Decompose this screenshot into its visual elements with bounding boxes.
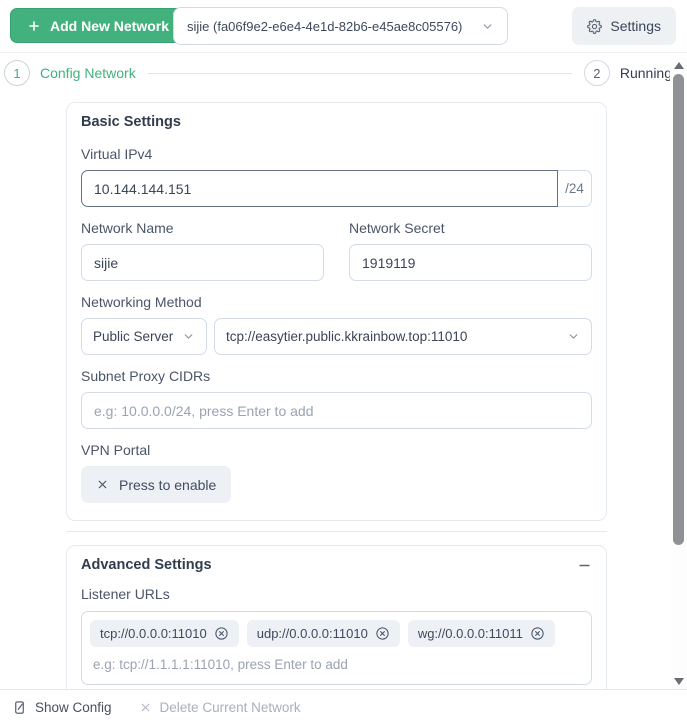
- vpn-portal-enable-label: Press to enable: [119, 476, 217, 493]
- delete-current-network-button[interactable]: Delete Current Network: [139, 700, 301, 715]
- vertical-scrollbar[interactable]: [670, 58, 687, 689]
- scrollbar-thumb[interactable]: [673, 74, 684, 545]
- virtual-ipv4-input[interactable]: [81, 170, 558, 207]
- add-new-network-label: Add New Network: [50, 17, 170, 34]
- file-edit-icon: [12, 700, 27, 715]
- listener-url-chip: wg://0.0.0.0:11011: [407, 620, 555, 647]
- chevron-down-icon: [567, 330, 580, 343]
- network-secret-input[interactable]: [349, 244, 592, 281]
- virtual-ipv4-group: /24: [81, 170, 592, 207]
- cards-divider: [66, 531, 607, 532]
- app-window: Add New Network sijie (fa06f9e2-e6e4-4e1…: [0, 0, 687, 725]
- scroll-up-arrow-icon[interactable]: [673, 62, 684, 69]
- public-server-url-value: tcp://easytier.public.kkrainbow.top:1101…: [226, 329, 468, 344]
- x-mark-icon: [96, 478, 109, 491]
- networking-method-label: Networking Method: [81, 294, 202, 310]
- step1-number: 1: [4, 60, 30, 86]
- subnet-proxy-label: Subnet Proxy CIDRs: [81, 368, 211, 384]
- networking-method-value: Public Server: [93, 329, 174, 344]
- gear-icon: [587, 18, 603, 34]
- network-name-input[interactable]: [81, 244, 324, 281]
- advanced-settings-title: Advanced Settings: [81, 557, 212, 573]
- listener-url-chip: udp://0.0.0.0:11010: [246, 620, 400, 647]
- listener-url-chip-text: udp://0.0.0.0:11010: [256, 626, 368, 641]
- scroll-down-arrow-icon[interactable]: [673, 678, 684, 685]
- step-running[interactable]: 2 Running: [583, 60, 672, 86]
- stepper-connector-line: [147, 72, 572, 74]
- vpn-portal-label: VPN Portal: [81, 442, 151, 458]
- public-server-url-select[interactable]: tcp://easytier.public.kkrainbow.top:1101…: [214, 318, 592, 355]
- remove-chip-icon[interactable]: [375, 626, 390, 641]
- networking-method-select[interactable]: Public Server: [81, 318, 207, 355]
- vpn-portal-enable-button[interactable]: Press to enable: [81, 466, 232, 503]
- virtual-ipv4-label: Virtual IPv4: [81, 146, 153, 162]
- basic-settings-title: Basic Settings: [81, 114, 181, 130]
- network-name-label: Network Name: [81, 220, 174, 236]
- x-mark-icon: [139, 701, 152, 714]
- step1-label: Config Network: [40, 65, 136, 81]
- settings-button[interactable]: Settings: [572, 7, 676, 45]
- stepper: 1 Config Network 2 Running: [4, 59, 672, 87]
- listener-url-chip-text: wg://0.0.0.0:11011: [417, 626, 523, 641]
- basic-settings-card: Basic Settings Virtual IPv4 /24 Network …: [66, 102, 607, 521]
- show-config-button[interactable]: Show Config: [12, 700, 112, 715]
- add-new-network-button[interactable]: Add New Network: [10, 8, 187, 43]
- virtual-ipv4-prefix-addon: /24: [558, 170, 592, 207]
- settings-label: Settings: [610, 18, 661, 34]
- minus-icon: [577, 558, 592, 573]
- top-toolbar: Add New Network sijie (fa06f9e2-e6e4-4e1…: [0, 0, 687, 53]
- plus-icon: [27, 19, 41, 33]
- remove-chip-icon[interactable]: [214, 626, 229, 641]
- step-config-network[interactable]: 1 Config Network: [4, 60, 136, 86]
- listener-urls-chips-container[interactable]: tcp://0.0.0.0:11010 udp://0.0.0.0:11010 …: [81, 611, 592, 685]
- network-secret-label: Network Secret: [349, 220, 445, 236]
- network-select-value: sijie (fa06f9e2-e6e4-4e1d-82b6-e45ae8c05…: [187, 18, 463, 34]
- network-select-dropdown[interactable]: sijie (fa06f9e2-e6e4-4e1d-82b6-e45ae8c05…: [173, 7, 508, 45]
- listener-urls-input[interactable]: [93, 657, 513, 672]
- subnet-proxy-input[interactable]: [81, 392, 592, 429]
- listener-url-chip: tcp://0.0.0.0:11010: [90, 620, 239, 647]
- chevron-down-icon: [182, 330, 195, 343]
- chevron-down-icon: [481, 20, 494, 33]
- listener-url-chip-text: tcp://0.0.0.0:11010: [100, 626, 207, 641]
- bottom-action-bar: Show Config Delete Current Network: [0, 689, 687, 725]
- collapse-section-button[interactable]: [576, 557, 592, 573]
- show-config-label: Show Config: [35, 700, 112, 715]
- step2-number: 2: [583, 60, 610, 86]
- delete-current-network-label: Delete Current Network: [159, 700, 301, 715]
- remove-chip-icon[interactable]: [530, 626, 545, 641]
- listener-urls-label: Listener URLs: [81, 586, 170, 602]
- step2-label: Running: [619, 65, 672, 81]
